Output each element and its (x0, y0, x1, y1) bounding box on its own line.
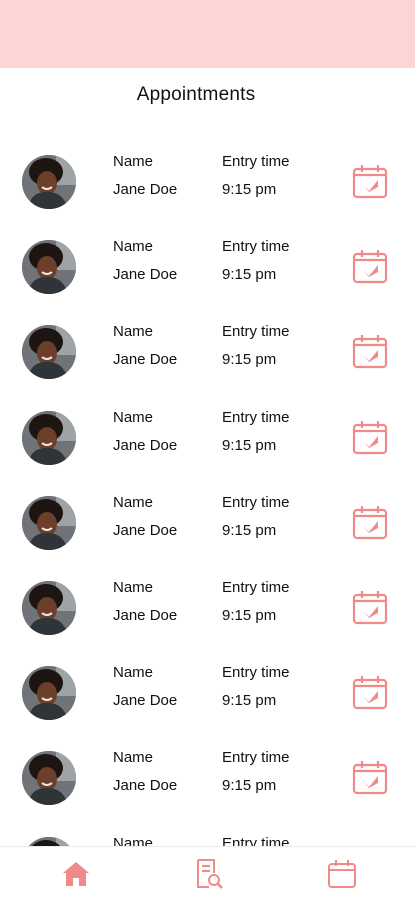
entry-time-value: 9:15 pm (222, 777, 277, 795)
avatar (22, 751, 76, 806)
calendar-check-icon[interactable] (351, 758, 389, 796)
list-item[interactable]: Name Jane Doe Entry time 9:15 pm (0, 564, 415, 649)
entry-time-label: Entry time (222, 749, 290, 767)
name-label: Name (113, 834, 154, 846)
nav-calendar-button[interactable] (325, 857, 359, 891)
home-icon (63, 862, 89, 886)
name-label: Name (113, 579, 154, 596)
calendar-check-icon[interactable] (351, 418, 389, 456)
avatar (22, 240, 76, 295)
name-value: Jane Doe (113, 607, 178, 624)
name-value: Jane Doe (113, 521, 178, 539)
avatar (22, 495, 76, 550)
calendar-icon (328, 860, 356, 888)
avatar (22, 836, 76, 846)
name-value: Jane Doe (113, 266, 178, 284)
bottom-nav (0, 846, 415, 900)
avatar (22, 410, 76, 465)
list-item[interactable]: NameJane DoeEntry time9:15 pm (0, 820, 415, 846)
name-value: Jane Doe (113, 351, 178, 369)
calendar-check-icon[interactable] (351, 503, 389, 541)
entry-time-label: Entry time (222, 834, 290, 846)
list-item[interactable]: Name Jane Doe Entry time 9:15 pm (0, 649, 415, 734)
nav-records-button[interactable] (192, 857, 226, 891)
entry-time-label: Entry time (222, 323, 290, 341)
entry-time-value: 9:15 pm (222, 607, 277, 624)
avatar (22, 155, 76, 209)
app-screen: Appointments Name Jane Doe Entry time 9:15 … (0, 0, 415, 900)
entry-time-value: 9:15 pm (222, 266, 277, 284)
name-label: Name (113, 238, 154, 256)
calendar-check-icon[interactable] (351, 162, 389, 200)
list-item[interactable]: Name Jane Doe Entry time 9:15 pm (0, 394, 415, 479)
name-label: Name (113, 153, 154, 170)
name-value: Jane Doe (113, 777, 178, 795)
name-value: Jane Doe (113, 181, 178, 198)
entry-time-label: Entry time (222, 579, 290, 596)
name-value: Jane Doe (113, 692, 178, 710)
appointment-list[interactable]: Name Jane Doe Entry time 9:15 pm Name Jane Do… (0, 138, 415, 846)
name-label: Name (113, 664, 154, 682)
list-item[interactable]: Name Jane Doe Entry time 9:15 pm (0, 308, 415, 393)
avatar (22, 325, 76, 380)
entry-time-label: Entry time (222, 664, 290, 682)
entry-time-value: 9:15 pm (222, 181, 277, 198)
name-label: Name (113, 408, 154, 426)
entry-time-label: Entry time (222, 238, 290, 256)
page-title: Appointments (136, 84, 256, 105)
entry-time-label: Entry time (222, 408, 290, 426)
name-label: Name (113, 323, 154, 341)
calendar-check-icon[interactable] (351, 673, 389, 711)
document-search-icon (197, 859, 223, 889)
name-label: Name (113, 493, 154, 511)
entry-time-label: Entry time (222, 153, 290, 170)
header-band (0, 0, 415, 68)
entry-time-value: 9:15 pm (222, 351, 277, 369)
calendar-check-icon[interactable] (351, 588, 389, 626)
list-item[interactable]: Name Jane Doe Entry time 9:15 pm (0, 479, 415, 564)
calendar-check-icon[interactable] (351, 247, 389, 285)
list-item[interactable]: Name Jane Doe Entry time 9:15 pm (0, 734, 415, 819)
avatar (22, 581, 76, 635)
entry-time-value: 9:15 pm (222, 692, 277, 710)
list-item[interactable]: Name Jane Doe Entry time 9:15 pm (0, 223, 415, 308)
list-item[interactable]: Name Jane Doe Entry time 9:15 pm (0, 138, 415, 223)
entry-time-value: 9:15 pm (222, 436, 277, 454)
entry-time-label: Entry time (222, 493, 290, 511)
nav-home-button[interactable] (59, 857, 93, 891)
name-label: Name (113, 749, 154, 767)
avatar (22, 666, 76, 721)
entry-time-value: 9:15 pm (222, 521, 277, 539)
calendar-check-icon[interactable] (351, 332, 389, 370)
name-value: Jane Doe (113, 436, 178, 454)
